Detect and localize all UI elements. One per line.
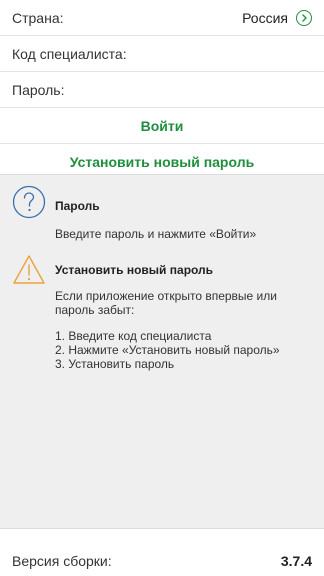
password-input[interactable] [72,71,312,108]
warning-triangle-icon [12,253,46,287]
password-row: Пароль: [0,71,324,108]
step-item: 2. Нажмите «Установить новый пароль» [55,343,280,357]
build-version: 3.7.4 [280,553,312,569]
specialist-code-label: Код специалиста: [12,45,127,62]
specialist-code-row: Код специалиста: [0,35,324,72]
build-info-footer: Версия сборки: 3.7.4 [0,546,324,576]
question-circle-icon [12,185,46,219]
new-password-help-title: Установить новый пароль [55,263,214,277]
country-value[interactable]: Россия [242,10,288,26]
new-password-help-block: Установить новый пароль Если приложение … [0,253,324,393]
password-label: Пароль: [12,81,65,98]
new-password-steps: 1. Введите код специалиста 2. Нажмите «У… [55,329,310,371]
country-row[interactable]: Страна: Россия [0,0,324,36]
new-password-help-intro: Если приложение открыто впервые или паро… [55,289,277,317]
password-help-text: Введите пароль и нажмите «Войти» [55,227,257,241]
step-item: 1. Введите код специалиста [55,329,212,343]
country-label: Страна: [12,9,64,26]
help-panel: Пароль Введите пароль и нажмите «Войти» … [0,174,324,529]
password-help-title: Пароль [55,199,100,213]
login-button[interactable]: Войти [0,108,324,144]
build-label: Версия сборки: [12,553,112,569]
chevron-right-circle-icon[interactable] [296,9,312,26]
password-help-block: Пароль Введите пароль и нажмите «Войти» [0,185,324,255]
login-form: Страна: Россия Код специалиста: Пароль: … [0,0,324,179]
step-item: 3. Установить пароль [55,357,175,371]
specialist-code-input[interactable] [134,35,320,72]
